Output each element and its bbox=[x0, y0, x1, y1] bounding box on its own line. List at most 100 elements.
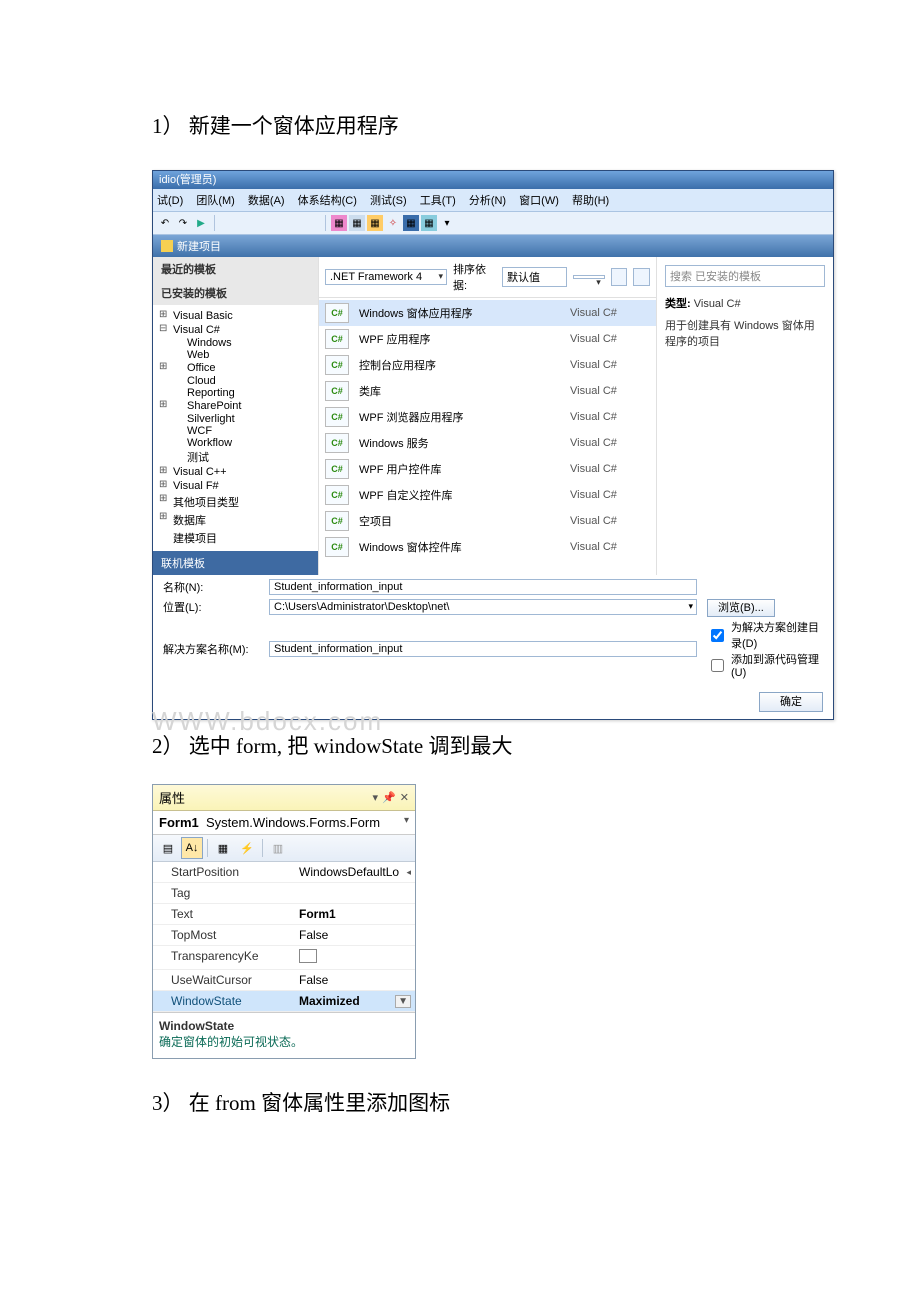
categorized-button[interactable]: ▤ bbox=[157, 837, 179, 859]
framework-dropdown[interactable]: .NET Framework 4 bbox=[325, 269, 447, 285]
tree-reporting[interactable]: Reporting bbox=[159, 387, 318, 399]
browse-button[interactable]: 浏览(B)... bbox=[707, 599, 775, 617]
property-value[interactable]: False bbox=[295, 925, 415, 945]
tree-workflow[interactable]: Workflow bbox=[159, 437, 318, 449]
new-project-tab: 新建项目 bbox=[153, 235, 833, 257]
sort-value-input[interactable]: 默认值 bbox=[502, 267, 567, 287]
play-icon[interactable]: ▶ bbox=[193, 215, 209, 231]
template-row[interactable]: C#Windows 窗体控件库Visual C# bbox=[319, 534, 656, 560]
property-value[interactable]: False bbox=[295, 970, 415, 990]
tree-office[interactable]: Office bbox=[159, 361, 318, 375]
tool-icon[interactable]: ▦ bbox=[349, 215, 365, 231]
property-row[interactable]: StartPositionWindowsDefaultLo◂ bbox=[153, 862, 415, 883]
menu-tools[interactable]: 工具(T) bbox=[420, 195, 456, 207]
menu-team[interactable]: 团队(M) bbox=[196, 195, 235, 207]
events-button[interactable]: ⚡ bbox=[236, 837, 258, 859]
tree-test[interactable]: 测试 bbox=[159, 449, 318, 465]
tree-visual-csharp[interactable]: Visual C# bbox=[159, 323, 318, 337]
property-pages-button[interactable]: ▥ bbox=[267, 837, 289, 859]
menu-help[interactable]: 帮助(H) bbox=[572, 195, 609, 207]
search-templates-input[interactable]: 搜索 已安装的模板 bbox=[665, 265, 825, 287]
template-name: WPF 用户控件库 bbox=[359, 461, 570, 477]
property-row[interactable]: WindowStateMaximized▼ bbox=[153, 991, 415, 1012]
online-templates-footer[interactable]: 联机模板 bbox=[153, 551, 318, 575]
property-row[interactable]: TextForm1 bbox=[153, 904, 415, 925]
template-list[interactable]: C#Windows 窗体应用程序Visual C#C#WPF 应用程序Visua… bbox=[319, 298, 656, 562]
property-value[interactable]: Maximized▼ bbox=[295, 991, 415, 1011]
menu-window[interactable]: 窗口(W) bbox=[519, 195, 559, 207]
property-value[interactable] bbox=[295, 883, 415, 903]
tree-modeling[interactable]: 建模项目 bbox=[159, 529, 318, 547]
redo-icon[interactable]: ↷ bbox=[175, 215, 191, 231]
location-input[interactable]: C:\Users\Administrator\Desktop\net\ bbox=[269, 599, 697, 615]
template-row[interactable]: C#控制台应用程序Visual C# bbox=[319, 352, 656, 378]
tree-sharepoint[interactable]: SharePoint bbox=[159, 399, 318, 413]
template-icon: C# bbox=[325, 303, 349, 323]
dropdown-button[interactable]: ▼ bbox=[395, 995, 411, 1008]
templates-tree[interactable]: Visual Basic Visual C# Windows Web Offic… bbox=[153, 305, 318, 551]
tree-other-types[interactable]: 其他项目类型 bbox=[159, 493, 318, 511]
small-icons-button[interactable] bbox=[611, 268, 628, 286]
property-value[interactable]: WindowsDefaultLo◂ bbox=[295, 862, 415, 882]
solution-name-input[interactable]: Student_information_input bbox=[269, 641, 697, 657]
chevron-down-icon[interactable]: ▾ bbox=[404, 815, 409, 826]
toolbar-separator bbox=[325, 215, 326, 231]
menu-data[interactable]: 数据(A) bbox=[248, 195, 285, 207]
tree-cloud[interactable]: Cloud bbox=[159, 375, 318, 387]
alphabetical-button[interactable]: A↓ bbox=[181, 837, 203, 859]
undo-icon[interactable]: ↶ bbox=[157, 215, 173, 231]
tree-visual-fsharp[interactable]: Visual F# bbox=[159, 479, 318, 493]
tool-icon[interactable]: ▦ bbox=[367, 215, 383, 231]
template-row[interactable]: C#WPF 浏览器应用程序Visual C# bbox=[319, 404, 656, 430]
tree-wcf[interactable]: WCF bbox=[159, 425, 318, 437]
template-name: Windows 窗体控件库 bbox=[359, 539, 570, 555]
tree-web[interactable]: Web bbox=[159, 349, 318, 361]
tree-database[interactable]: 数据库 bbox=[159, 511, 318, 529]
tool-icon[interactable]: ✧ bbox=[385, 215, 401, 231]
tool-icon[interactable]: ▦ bbox=[331, 215, 347, 231]
property-value[interactable] bbox=[295, 946, 415, 969]
watermark-text: WWW.bdocx.com bbox=[152, 706, 383, 737]
property-row[interactable]: Tag bbox=[153, 883, 415, 904]
tree-silverlight[interactable]: Silverlight bbox=[159, 413, 318, 425]
template-row[interactable]: C#类库Visual C# bbox=[319, 378, 656, 404]
recent-templates-header[interactable]: 最近的模板 bbox=[153, 257, 318, 281]
sort-dropdown[interactable] bbox=[573, 275, 605, 279]
tool-icon[interactable]: ▾ bbox=[439, 215, 455, 231]
pin-icon[interactable]: 📌 bbox=[382, 791, 396, 804]
tree-visual-cpp[interactable]: Visual C++ bbox=[159, 465, 318, 479]
property-value[interactable]: Form1 bbox=[295, 904, 415, 924]
tree-windows[interactable]: Windows bbox=[159, 337, 318, 349]
ok-button[interactable]: 确定 bbox=[759, 692, 823, 712]
template-row[interactable]: C#Windows 服务Visual C# bbox=[319, 430, 656, 456]
tool-icon[interactable]: ▦ bbox=[403, 215, 419, 231]
properties-object-selector[interactable]: Form1 System.Windows.Forms.Form ▾ bbox=[153, 811, 415, 835]
properties-grid[interactable]: StartPositionWindowsDefaultLo◂TagTextFor… bbox=[153, 862, 415, 1012]
tree-visual-basic[interactable]: Visual Basic bbox=[159, 309, 318, 323]
installed-templates-header[interactable]: 已安装的模板 bbox=[153, 281, 318, 305]
source-control-checkbox[interactable] bbox=[711, 659, 724, 672]
template-row[interactable]: C#WPF 用户控件库Visual C# bbox=[319, 456, 656, 482]
menu-analyze[interactable]: 分析(N) bbox=[469, 195, 506, 207]
dropdown-icon[interactable]: ▾ bbox=[373, 791, 379, 804]
property-row[interactable]: UseWaitCursorFalse bbox=[153, 970, 415, 991]
template-row[interactable]: C#WPF 应用程序Visual C# bbox=[319, 326, 656, 352]
tool-icon[interactable]: ▦ bbox=[421, 215, 437, 231]
menu-arch[interactable]: 体系结构(C) bbox=[298, 195, 357, 207]
menu-debug[interactable]: 试(D) bbox=[157, 195, 183, 207]
vs-toolbar: ↶ ↷ ▶ ▦ ▦ ▦ ✧ ▦ ▦ ▾ bbox=[153, 212, 833, 235]
template-row[interactable]: C#空项目Visual C# bbox=[319, 508, 656, 534]
properties-button[interactable]: ▦ bbox=[212, 837, 234, 859]
close-icon[interactable]: ✕ bbox=[400, 791, 409, 804]
property-row[interactable]: TransparencyKe bbox=[153, 946, 415, 970]
step-1-heading: 1） 新建一个窗体应用程序 bbox=[152, 110, 920, 140]
template-row[interactable]: C#WPF 自定义控件库Visual C# bbox=[319, 482, 656, 508]
large-icons-button[interactable] bbox=[633, 268, 650, 286]
type-key: 类型: bbox=[665, 298, 691, 310]
property-row[interactable]: TopMostFalse bbox=[153, 925, 415, 946]
template-row[interactable]: C#Windows 窗体应用程序Visual C# bbox=[319, 300, 656, 326]
create-dir-checkbox[interactable] bbox=[711, 629, 724, 642]
tab-icon bbox=[161, 240, 173, 252]
project-name-input[interactable]: Student_information_input bbox=[269, 579, 697, 595]
menu-test[interactable]: 测试(S) bbox=[370, 195, 407, 207]
